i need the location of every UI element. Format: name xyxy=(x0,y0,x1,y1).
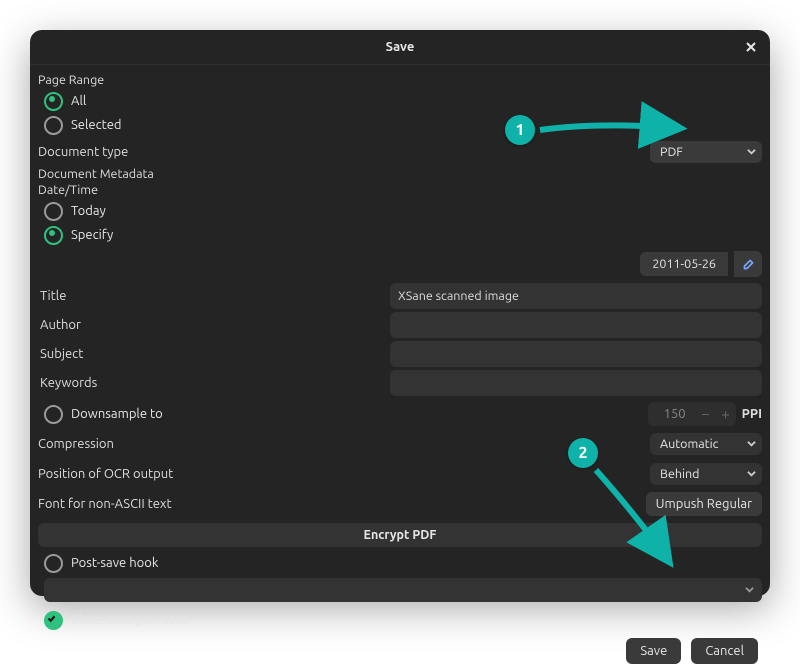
keywords-row: Keywords xyxy=(38,370,762,396)
document-type-label: Document type xyxy=(38,145,128,159)
font-row: Font for non-ASCII text Umpush Regular xyxy=(38,489,762,519)
radio-icon xyxy=(44,116,63,135)
spinner-minus[interactable]: − xyxy=(696,402,716,426)
page-range-heading: Page Range xyxy=(38,69,762,89)
radio-label: Selected xyxy=(71,118,121,132)
pencil-icon xyxy=(742,258,755,271)
dialog-footer: Save Cancel xyxy=(38,632,762,664)
author-field[interactable] xyxy=(390,312,762,338)
radio-icon xyxy=(44,202,63,221)
chevron-down-icon xyxy=(747,467,756,481)
radio-label: Specify xyxy=(71,228,113,242)
dropdown-value: PDF xyxy=(660,145,683,159)
save-dialog: Save Page Range All Selected Document ty… xyxy=(30,30,770,596)
close-dialog-label: Close dialog on save xyxy=(71,613,189,627)
radio-icon xyxy=(44,405,63,424)
cancel-button[interactable]: Cancel xyxy=(691,638,758,664)
author-label: Author xyxy=(38,318,380,332)
radio-icon xyxy=(44,92,63,111)
close-button[interactable] xyxy=(740,36,762,58)
date-today[interactable]: Today xyxy=(38,199,762,223)
downsample-row: Downsample to 150 − + PPI xyxy=(38,399,762,429)
close-icon xyxy=(746,42,756,52)
date-value[interactable]: 2011-05-26 xyxy=(640,252,728,276)
font-button[interactable]: Umpush Regular xyxy=(646,492,762,516)
chevron-down-icon xyxy=(747,145,756,159)
radio-icon xyxy=(44,554,63,573)
page-range-all[interactable]: All xyxy=(38,89,762,113)
downsample-toggle[interactable]: Downsample to xyxy=(44,404,163,424)
check-icon xyxy=(44,611,63,630)
ocr-position-row: Position of OCR output Behind xyxy=(38,459,762,489)
datetime-heading: Date/Time xyxy=(38,183,762,199)
encrypt-pdf-expander[interactable]: Encrypt PDF xyxy=(38,523,762,547)
title-label: Title xyxy=(38,289,380,303)
radio-label: Today xyxy=(71,204,106,218)
titlebar: Save xyxy=(30,30,770,65)
subject-label: Subject xyxy=(38,347,380,361)
page-range-selected[interactable]: Selected xyxy=(38,113,762,137)
annotation-badge-1: 1 xyxy=(505,115,535,145)
metadata-heading: Document Metadata xyxy=(38,167,762,183)
radio-label: All xyxy=(71,94,86,108)
radio-icon xyxy=(44,226,63,245)
downsample-label: Downsample to xyxy=(71,407,163,421)
compression-row: Compression Automatic xyxy=(38,429,762,459)
chevron-down-icon xyxy=(745,583,754,597)
font-label: Font for non-ASCII text xyxy=(38,497,172,511)
subject-field[interactable] xyxy=(390,341,762,367)
dropdown-value: Automatic xyxy=(660,437,718,451)
dialog-body: Page Range All Selected Document type PD… xyxy=(30,65,770,672)
post-save-label: Post-save hook xyxy=(71,556,158,570)
keywords-field[interactable] xyxy=(390,370,762,396)
post-save-hook-dropdown[interactable] xyxy=(44,578,762,602)
ocr-position-dropdown[interactable]: Behind xyxy=(650,463,762,485)
close-dialog-toggle[interactable]: Close dialog on save xyxy=(38,608,762,632)
post-save-hook-toggle[interactable]: Post-save hook xyxy=(38,551,762,575)
save-button[interactable]: Save xyxy=(626,638,681,664)
date-edit-button[interactable] xyxy=(734,251,762,277)
downsample-spinner[interactable]: 150 − + xyxy=(648,402,736,426)
compression-dropdown[interactable]: Automatic xyxy=(650,433,762,455)
document-type-dropdown[interactable]: PDF xyxy=(650,141,762,163)
subject-row: Subject xyxy=(38,341,762,367)
keywords-label: Keywords xyxy=(38,376,380,390)
chevron-down-icon xyxy=(747,437,756,451)
author-row: Author xyxy=(38,312,762,338)
compression-label: Compression xyxy=(38,437,114,451)
window-title: Save xyxy=(386,40,415,54)
document-type-row: Document type PDF xyxy=(38,137,762,167)
date-row: 2011-05-26 xyxy=(38,251,762,277)
spinner-value: 150 xyxy=(648,403,696,425)
downsample-unit: PPI xyxy=(742,407,762,421)
annotation-badge-2: 2 xyxy=(568,438,598,468)
dropdown-value: Behind xyxy=(660,467,699,481)
title-row: Title XSane scanned image xyxy=(38,283,762,309)
spinner-plus[interactable]: + xyxy=(716,402,736,426)
title-field[interactable]: XSane scanned image xyxy=(390,283,762,309)
ocr-position-label: Position of OCR output xyxy=(38,467,173,481)
date-specify[interactable]: Specify xyxy=(38,223,762,247)
